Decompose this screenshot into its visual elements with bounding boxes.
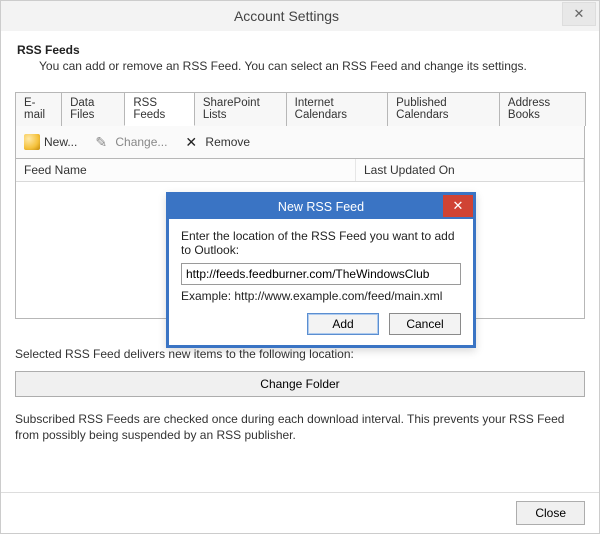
tab-published-calendars[interactable]: Published Calendars	[387, 92, 500, 126]
change-label: Change...	[115, 135, 167, 149]
tab-rss-feeds[interactable]: RSS Feeds	[124, 92, 195, 126]
add-button[interactable]: Add	[307, 313, 379, 335]
remove-label: Remove	[205, 135, 250, 149]
tabstrip: E-mail Data Files RSS Feeds SharePoint L…	[15, 91, 585, 126]
dialog-close-button[interactable]: ✕	[443, 195, 473, 217]
window-title: Account Settings	[11, 8, 562, 24]
remove-feed-button[interactable]: ✕ Remove	[181, 132, 254, 152]
close-icon: ✕	[574, 6, 585, 22]
page-header: RSS Feeds You can add or remove an RSS F…	[15, 41, 585, 85]
dialog-titlebar: New RSS Feed ✕	[169, 195, 473, 219]
page-title: RSS Feeds	[17, 43, 585, 57]
footer: Close	[1, 492, 599, 533]
change-feed-button[interactable]: ✎ Change...	[91, 132, 171, 152]
rss-url-input[interactable]	[181, 263, 461, 285]
tab-address-books[interactable]: Address Books	[499, 92, 586, 126]
dialog-body: Enter the location of the RSS Feed you w…	[169, 219, 473, 345]
titlebar: Account Settings ✕	[1, 1, 599, 31]
close-button[interactable]: Close	[516, 501, 585, 525]
tab-data-files[interactable]: Data Files	[61, 92, 125, 126]
tab-internet-calendars[interactable]: Internet Calendars	[286, 92, 389, 126]
new-rss-feed-dialog: New RSS Feed ✕ Enter the location of the…	[166, 192, 476, 348]
new-icon	[24, 134, 40, 150]
change-folder-button[interactable]: Change Folder	[15, 371, 585, 397]
new-label: New...	[44, 135, 77, 149]
delivery-label: Selected RSS Feed delivers new items to …	[15, 347, 585, 361]
column-feed-name[interactable]: Feed Name	[16, 159, 356, 181]
dialog-title: New RSS Feed	[169, 200, 473, 214]
window-close-button[interactable]: ✕	[562, 2, 596, 26]
dialog-prompt: Enter the location of the RSS Feed you w…	[181, 229, 461, 257]
remove-icon: ✕	[185, 134, 201, 150]
column-last-updated[interactable]: Last Updated On	[356, 159, 584, 181]
dialog-actions: Add Cancel	[181, 313, 461, 335]
page-subtext: You can add or remove an RSS Feed. You c…	[39, 59, 585, 73]
grid-header: Feed Name Last Updated On	[16, 159, 584, 182]
edit-icon: ✎	[95, 134, 111, 150]
rss-note: Subscribed RSS Feeds are checked once du…	[15, 411, 585, 443]
new-feed-button[interactable]: New...	[20, 132, 81, 152]
cancel-button[interactable]: Cancel	[389, 313, 461, 335]
tab-sharepoint-lists[interactable]: SharePoint Lists	[194, 92, 287, 126]
tab-email[interactable]: E-mail	[15, 92, 62, 126]
close-icon: ✕	[453, 198, 464, 214]
dialog-example: Example: http://www.example.com/feed/mai…	[181, 289, 461, 303]
rss-toolbar: New... ✎ Change... ✕ Remove	[15, 126, 585, 159]
